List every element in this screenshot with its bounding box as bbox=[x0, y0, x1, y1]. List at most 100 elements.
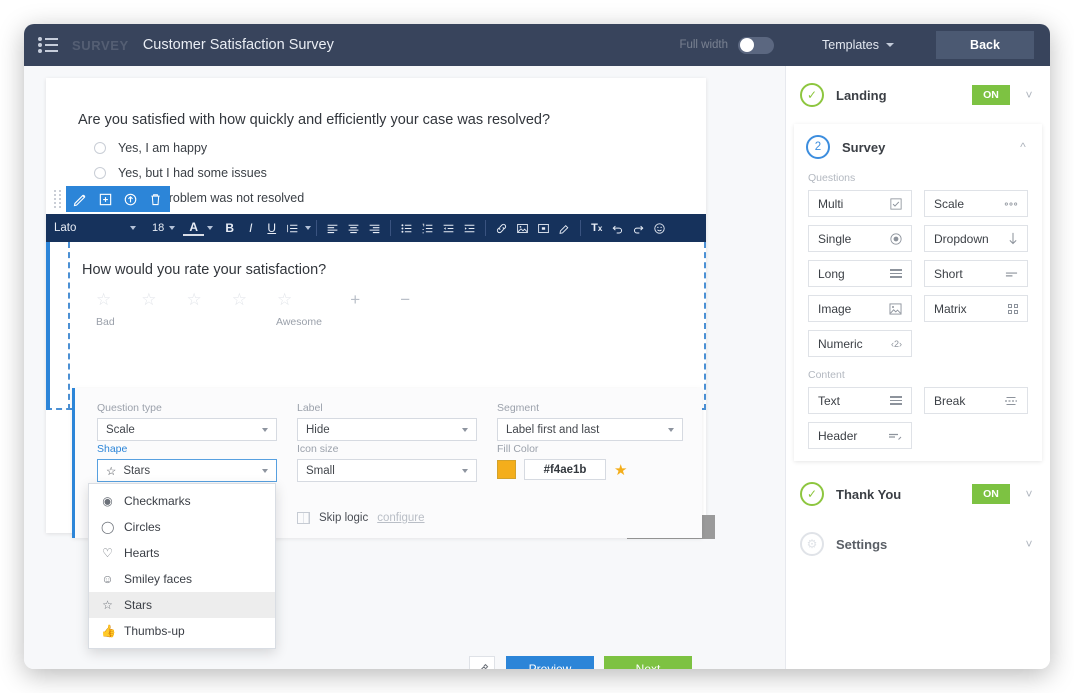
label-select[interactable]: Hide bbox=[297, 418, 477, 441]
check-circle-icon: ✓ bbox=[800, 83, 824, 107]
add-rating-point-icon[interactable]: + bbox=[350, 290, 360, 310]
chip-text[interactable]: Text bbox=[808, 387, 912, 414]
shape-option-label: Smiley faces bbox=[124, 572, 192, 586]
segment-select[interactable]: Label first and last bbox=[497, 418, 683, 441]
survey-canvas: Are you satisfied with how quickly and e… bbox=[24, 66, 785, 669]
star-outline-icon[interactable]: ☆ bbox=[232, 290, 247, 310]
chip-single[interactable]: Single bbox=[808, 225, 912, 252]
format-painter-icon[interactable] bbox=[554, 217, 575, 239]
shape-option-circles[interactable]: ◯ Circles bbox=[89, 514, 275, 540]
chevron-down-icon[interactable]: ˅ bbox=[1022, 537, 1036, 551]
paint-brush-icon[interactable] bbox=[469, 656, 495, 669]
trash-icon[interactable] bbox=[148, 192, 163, 207]
star-outline-icon[interactable]: ☆ bbox=[187, 290, 202, 310]
preview-button[interactable]: Preview bbox=[506, 656, 594, 669]
star-outline-icon[interactable]: ☆ bbox=[141, 290, 156, 310]
thank-you-on-toggle[interactable]: ON bbox=[972, 484, 1010, 504]
sidebar-section-thank-you[interactable]: ✓ Thank You ON ˅ bbox=[786, 469, 1050, 519]
line-height-icon[interactable] bbox=[282, 217, 303, 239]
sidebar-section-settings[interactable]: ⚙ Settings ˅ bbox=[786, 519, 1050, 569]
star-outline-icon[interactable]: ☆ bbox=[277, 290, 292, 310]
fill-color-label: Fill Color bbox=[497, 443, 683, 455]
emoji-icon[interactable] bbox=[649, 217, 670, 239]
rich-text-toolbar: Lato 18 A B I U bbox=[46, 214, 706, 242]
chevron-down-icon[interactable] bbox=[305, 226, 311, 230]
chip-matrix[interactable]: Matrix bbox=[924, 295, 1028, 322]
survey-panel-header[interactable]: 2 Survey ^ bbox=[794, 124, 1042, 170]
header-icon bbox=[888, 431, 902, 441]
radio-icon bbox=[94, 142, 106, 154]
question-1-option[interactable]: Yes, I am happy bbox=[94, 141, 207, 155]
shape-value: Stars bbox=[123, 465, 150, 477]
question-type-select[interactable]: Scale bbox=[97, 418, 277, 441]
chevron-up-icon[interactable]: ^ bbox=[1016, 140, 1030, 154]
image-icon[interactable] bbox=[512, 217, 533, 239]
chip-numeric[interactable]: Numeric ‹2› bbox=[808, 330, 912, 357]
chip-multi[interactable]: Multi bbox=[808, 190, 912, 217]
skip-logic-configure-link[interactable]: configure bbox=[377, 512, 424, 524]
font-family-select[interactable]: Lato bbox=[54, 222, 142, 234]
align-center-icon[interactable] bbox=[343, 217, 364, 239]
chip-label: Text bbox=[818, 394, 840, 408]
indent-icon[interactable] bbox=[459, 217, 480, 239]
align-right-icon[interactable] bbox=[364, 217, 385, 239]
chip-label: Scale bbox=[934, 197, 964, 211]
outdent-icon[interactable] bbox=[438, 217, 459, 239]
chevron-down-icon[interactable]: ˅ bbox=[1022, 487, 1036, 501]
remove-rating-point-icon[interactable]: − bbox=[400, 290, 410, 310]
align-left-icon[interactable] bbox=[322, 217, 343, 239]
chip-short[interactable]: Short bbox=[924, 260, 1028, 287]
bold-icon[interactable]: B bbox=[219, 217, 240, 239]
sidebar-section-landing[interactable]: ✓ Landing ON ˅ bbox=[786, 70, 1050, 120]
chip-label: Header bbox=[818, 429, 857, 443]
full-width-toggle[interactable] bbox=[738, 37, 774, 54]
templates-menu[interactable]: Templates bbox=[822, 38, 894, 52]
link-icon[interactable] bbox=[491, 217, 512, 239]
chevron-down-icon[interactable]: ˅ bbox=[1022, 88, 1036, 102]
font-size-select[interactable]: 18 bbox=[152, 222, 175, 234]
chip-image[interactable]: Image bbox=[808, 295, 912, 322]
chevron-down-icon bbox=[462, 428, 468, 432]
clear-format-icon[interactable]: Tx bbox=[586, 217, 607, 239]
chip-dropdown[interactable]: Dropdown bbox=[924, 225, 1028, 252]
back-button[interactable]: Back bbox=[936, 31, 1034, 59]
color-swatch[interactable] bbox=[497, 460, 516, 479]
star-outline-icon[interactable]: ☆ bbox=[96, 290, 111, 310]
circle-icon: ◯ bbox=[101, 520, 114, 534]
move-up-icon[interactable] bbox=[123, 192, 138, 207]
video-icon[interactable] bbox=[533, 217, 554, 239]
bullet-list-icon[interactable] bbox=[396, 217, 417, 239]
redo-icon[interactable] bbox=[628, 217, 649, 239]
icon-size-select[interactable]: Small bbox=[297, 459, 477, 482]
undo-icon[interactable] bbox=[607, 217, 628, 239]
pencil-icon[interactable] bbox=[73, 192, 88, 207]
chip-header[interactable]: Header bbox=[808, 422, 912, 449]
shape-option-label: Stars bbox=[124, 598, 152, 612]
duplicate-icon[interactable] bbox=[98, 192, 113, 207]
fill-color-input[interactable]: #f4ae1b bbox=[524, 459, 606, 480]
shape-option-checkmarks[interactable]: ◉ Checkmarks bbox=[89, 488, 275, 514]
rating-stars-row[interactable]: ☆ ☆ ☆ ☆ ☆ + − bbox=[96, 290, 410, 310]
underline-icon[interactable]: U bbox=[261, 217, 282, 239]
shape-option-stars[interactable]: ☆ Stars bbox=[89, 592, 275, 618]
numbered-list-icon[interactable] bbox=[417, 217, 438, 239]
selected-question-indicator bbox=[46, 242, 50, 410]
italic-icon[interactable]: I bbox=[240, 217, 261, 239]
drag-handle[interactable] bbox=[54, 190, 62, 208]
list-icon[interactable] bbox=[38, 36, 58, 54]
next-button[interactable]: Next bbox=[604, 656, 692, 669]
shape-option-thumbs-up[interactable]: 👍 Thumbs-up bbox=[89, 618, 275, 644]
question-1-option[interactable]: Yes, but I had some issues bbox=[94, 166, 267, 180]
shape-dropdown-menu: ◉ Checkmarks ◯ Circles ♡ Hearts ☺ Smiley… bbox=[88, 483, 276, 649]
star-outline-icon: ☆ bbox=[101, 598, 114, 612]
chip-long[interactable]: Long bbox=[808, 260, 912, 287]
shape-option-hearts[interactable]: ♡ Hearts bbox=[89, 540, 275, 566]
chevron-down-icon[interactable] bbox=[207, 226, 213, 230]
chip-scale[interactable]: Scale bbox=[924, 190, 1028, 217]
font-color-icon[interactable]: A bbox=[183, 220, 204, 236]
chip-label: Break bbox=[934, 394, 965, 408]
chip-break[interactable]: Break bbox=[924, 387, 1028, 414]
shape-option-smiley-faces[interactable]: ☺ Smiley faces bbox=[89, 566, 275, 592]
shape-select[interactable]: ☆ Stars bbox=[97, 459, 277, 482]
landing-on-toggle[interactable]: ON bbox=[972, 85, 1010, 105]
